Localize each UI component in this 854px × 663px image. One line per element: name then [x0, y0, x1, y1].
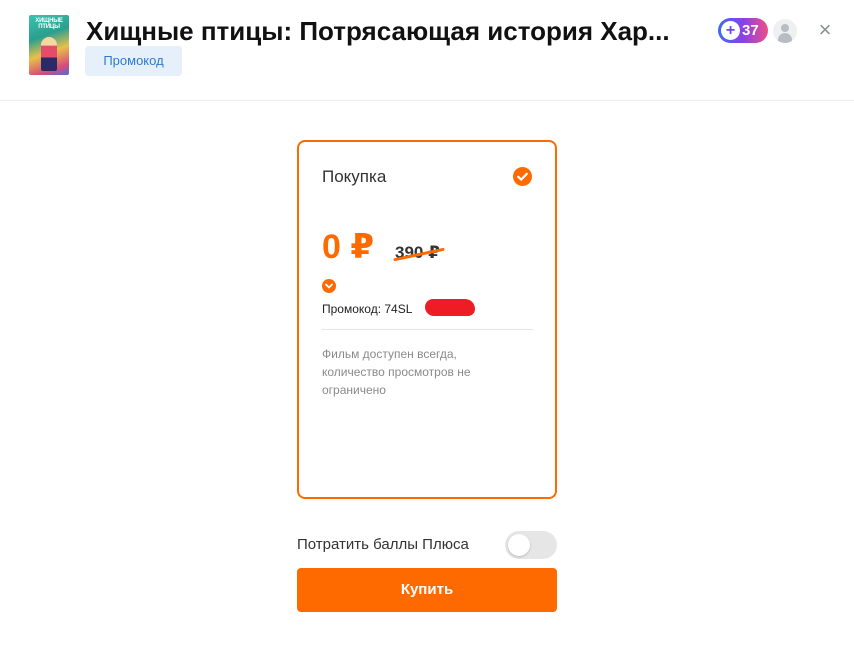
header: ХИЩНЫЕ ПТИЦЫ Хищные птицы: Потрясающая и… — [0, 0, 854, 101]
movie-poster: ХИЩНЫЕ ПТИЦЫ — [29, 15, 69, 75]
avatar-head — [781, 24, 789, 32]
poster-figure — [41, 37, 57, 71]
avatar-body — [778, 33, 792, 43]
plus-icon: + — [721, 21, 740, 40]
buy-button[interactable]: Купить — [297, 568, 557, 612]
plus-points-badge[interactable]: + 37 — [718, 18, 768, 43]
plus-points-toggle-label: Потратить баллы Плюса — [297, 536, 469, 553]
promo-code-text: Промокод: 74SL — [322, 302, 413, 316]
promo-code-redaction — [425, 299, 475, 316]
plus-points-toggle[interactable] — [505, 531, 557, 559]
card-divider — [322, 329, 533, 330]
close-icon[interactable]: × — [813, 17, 837, 43]
selected-check-icon — [513, 167, 532, 186]
current-price: 0 ₽ — [322, 228, 375, 266]
purchase-option-card[interactable]: Покупка 0 ₽ 390 ₽ Промокод: 74SL Фильм д… — [297, 140, 557, 499]
plus-points-count: 37 — [742, 22, 759, 39]
promo-tag[interactable]: Промокод — [85, 46, 182, 76]
purchase-description: Фильм доступен всегда, количество просмо… — [322, 347, 471, 397]
movie-title: Хищные птицы: Потрясающая история Хар... — [86, 16, 670, 46]
avatar[interactable] — [773, 19, 797, 43]
poster-title: ХИЩНЫЕ ПТИЦЫ — [35, 18, 63, 30]
purchase-option-title: Покупка — [322, 167, 387, 186]
toggle-knob — [508, 534, 530, 556]
promo-expand-icon[interactable] — [322, 279, 336, 293]
